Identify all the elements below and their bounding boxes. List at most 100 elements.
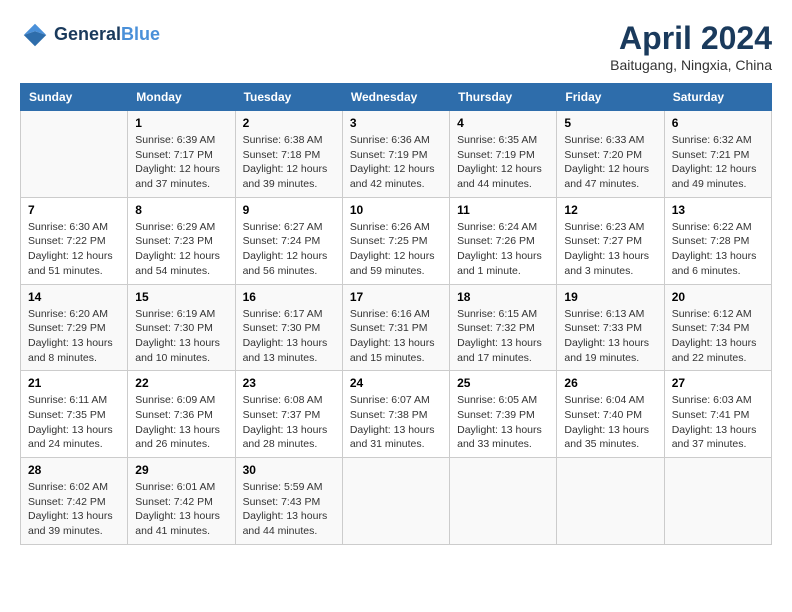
day-info: Sunrise: 6:04 AM Sunset: 7:40 PM Dayligh… [564,393,656,452]
day-number: 4 [457,116,549,130]
title-block: April 2024 Baitugang, Ningxia, China [610,20,772,73]
month-title: April 2024 [610,20,772,57]
calendar-cell: 5 Sunrise: 6:33 AM Sunset: 7:20 PM Daylig… [557,111,664,198]
calendar-cell: 19Sunrise: 6:13 AM Sunset: 7:33 PM Dayli… [557,284,664,371]
day-number: 2 [243,116,335,130]
day-info: Sunrise: 6:22 AM Sunset: 7:28 PM Dayligh… [672,220,764,279]
calendar-cell: 27Sunrise: 6:03 AM Sunset: 7:41 PM Dayli… [664,371,771,458]
day-info: Sunrise: 6:07 AM Sunset: 7:38 PM Dayligh… [350,393,442,452]
calendar-cell: 10 Sunrise: 6:26 AM Sunset: 7:25 PM Dayli… [342,197,449,284]
calendar-cell: 14Sunrise: 6:20 AM Sunset: 7:29 PM Dayli… [21,284,128,371]
day-number: 30 [243,463,335,477]
calendar-cell: 23 Sunrise: 6:08 AM Sunset: 7:37 PM Dayli… [235,371,342,458]
calendar-cell: 6 Sunrise: 6:32 AM Sunset: 7:21 PM Daylig… [664,111,771,198]
calendar-cell: 26 Sunrise: 6:04 AM Sunset: 7:40 PM Dayli… [557,371,664,458]
day-info: Sunrise: 6:12 AM Sunset: 7:34 PM Dayligh… [672,307,764,366]
day-info: Sunrise: 6:01 AM Sunset: 7:42 PM Dayligh… [135,480,227,539]
day-info: Sunrise: 6:20 AM Sunset: 7:29 PM Dayligh… [28,307,120,366]
day-info: Sunrise: 6:36 AM Sunset: 7:19 PM Dayligh… [350,133,442,192]
calendar-cell: 30Sunrise: 5:59 AM Sunset: 7:43 PM Dayli… [235,458,342,545]
day-info: Sunrise: 6:11 AM Sunset: 7:35 PM Dayligh… [28,393,120,452]
day-info: Sunrise: 6:05 AM Sunset: 7:39 PM Dayligh… [457,393,549,452]
calendar-cell [21,111,128,198]
weekday-header-monday: Monday [128,84,235,111]
calendar-cell: 25Sunrise: 6:05 AM Sunset: 7:39 PM Dayli… [450,371,557,458]
day-info: Sunrise: 6:02 AM Sunset: 7:42 PM Dayligh… [28,480,120,539]
logo-icon [20,20,50,50]
page-header: GeneralBlue April 2024 Baitugang, Ningxi… [20,20,772,73]
day-number: 16 [243,290,335,304]
calendar-cell: 18Sunrise: 6:15 AM Sunset: 7:32 PM Dayli… [450,284,557,371]
day-number: 23 [243,376,335,390]
calendar-cell: 8Sunrise: 6:29 AM Sunset: 7:23 PM Daylig… [128,197,235,284]
calendar-cell: 4 Sunrise: 6:35 AM Sunset: 7:19 PM Daylig… [450,111,557,198]
calendar-week-row: 1 Sunrise: 6:39 AM Sunset: 7:17 PM Daylig… [21,111,772,198]
day-number: 20 [672,290,764,304]
day-number: 17 [350,290,442,304]
day-info: Sunrise: 6:19 AM Sunset: 7:30 PM Dayligh… [135,307,227,366]
weekday-header-friday: Friday [557,84,664,111]
day-number: 26 [564,376,656,390]
day-number: 21 [28,376,120,390]
calendar-table: SundayMondayTuesdayWednesdayThursdayFrid… [20,83,772,545]
day-number: 22 [135,376,227,390]
location: Baitugang, Ningxia, China [610,57,772,73]
calendar-cell: 7 Sunrise: 6:30 AM Sunset: 7:22 PM Daylig… [21,197,128,284]
day-info: Sunrise: 6:09 AM Sunset: 7:36 PM Dayligh… [135,393,227,452]
day-number: 15 [135,290,227,304]
day-number: 13 [672,203,764,217]
day-info: Sunrise: 6:24 AM Sunset: 7:26 PM Dayligh… [457,220,549,279]
calendar-cell [557,458,664,545]
calendar-cell: 12 Sunrise: 6:23 AM Sunset: 7:27 PM Dayli… [557,197,664,284]
day-info: Sunrise: 6:29 AM Sunset: 7:23 PM Dayligh… [135,220,227,279]
day-info: Sunrise: 6:39 AM Sunset: 7:17 PM Dayligh… [135,133,227,192]
day-number: 24 [350,376,442,390]
calendar-cell: 20 Sunrise: 6:12 AM Sunset: 7:34 PM Dayli… [664,284,771,371]
day-number: 10 [350,203,442,217]
calendar-cell: 13 Sunrise: 6:22 AM Sunset: 7:28 PM Dayli… [664,197,771,284]
calendar-cell: 1 Sunrise: 6:39 AM Sunset: 7:17 PM Daylig… [128,111,235,198]
day-number: 11 [457,203,549,217]
day-number: 1 [135,116,227,130]
day-number: 7 [28,203,120,217]
day-number: 12 [564,203,656,217]
day-info: Sunrise: 6:35 AM Sunset: 7:19 PM Dayligh… [457,133,549,192]
calendar-cell: 22 Sunrise: 6:09 AM Sunset: 7:36 PM Dayli… [128,371,235,458]
day-info: Sunrise: 6:32 AM Sunset: 7:21 PM Dayligh… [672,133,764,192]
day-info: Sunrise: 6:16 AM Sunset: 7:31 PM Dayligh… [350,307,442,366]
weekday-header-thursday: Thursday [450,84,557,111]
day-info: Sunrise: 6:26 AM Sunset: 7:25 PM Dayligh… [350,220,442,279]
calendar-cell: 15 Sunrise: 6:19 AM Sunset: 7:30 PM Dayli… [128,284,235,371]
weekday-header-sunday: Sunday [21,84,128,111]
weekday-header-tuesday: Tuesday [235,84,342,111]
day-number: 5 [564,116,656,130]
calendar-cell: 16 Sunrise: 6:17 AM Sunset: 7:30 PM Dayli… [235,284,342,371]
day-info: Sunrise: 6:17 AM Sunset: 7:30 PM Dayligh… [243,307,335,366]
calendar-cell: 21 Sunrise: 6:11 AM Sunset: 7:35 PM Dayli… [21,371,128,458]
day-number: 28 [28,463,120,477]
logo-text: GeneralBlue [54,25,160,45]
calendar-cell [450,458,557,545]
day-number: 27 [672,376,764,390]
calendar-cell: 28 Sunrise: 6:02 AM Sunset: 7:42 PM Dayli… [21,458,128,545]
calendar-cell: 24 Sunrise: 6:07 AM Sunset: 7:38 PM Dayli… [342,371,449,458]
weekday-header-saturday: Saturday [664,84,771,111]
day-info: Sunrise: 6:30 AM Sunset: 7:22 PM Dayligh… [28,220,120,279]
weekday-header-wednesday: Wednesday [342,84,449,111]
calendar-week-row: 7 Sunrise: 6:30 AM Sunset: 7:22 PM Daylig… [21,197,772,284]
day-number: 6 [672,116,764,130]
day-number: 29 [135,463,227,477]
weekday-header-row: SundayMondayTuesdayWednesdayThursdayFrid… [21,84,772,111]
day-number: 3 [350,116,442,130]
day-number: 19 [564,290,656,304]
calendar-cell: 11 Sunrise: 6:24 AM Sunset: 7:26 PM Dayli… [450,197,557,284]
calendar-week-row: 28 Sunrise: 6:02 AM Sunset: 7:42 PM Dayli… [21,458,772,545]
calendar-week-row: 14Sunrise: 6:20 AM Sunset: 7:29 PM Dayli… [21,284,772,371]
calendar-cell [342,458,449,545]
day-info: Sunrise: 6:15 AM Sunset: 7:32 PM Dayligh… [457,307,549,366]
day-info: Sunrise: 6:23 AM Sunset: 7:27 PM Dayligh… [564,220,656,279]
day-info: Sunrise: 6:33 AM Sunset: 7:20 PM Dayligh… [564,133,656,192]
day-info: Sunrise: 6:08 AM Sunset: 7:37 PM Dayligh… [243,393,335,452]
calendar-cell: 17 Sunrise: 6:16 AM Sunset: 7:31 PM Dayli… [342,284,449,371]
calendar-cell: 29 Sunrise: 6:01 AM Sunset: 7:42 PM Dayli… [128,458,235,545]
